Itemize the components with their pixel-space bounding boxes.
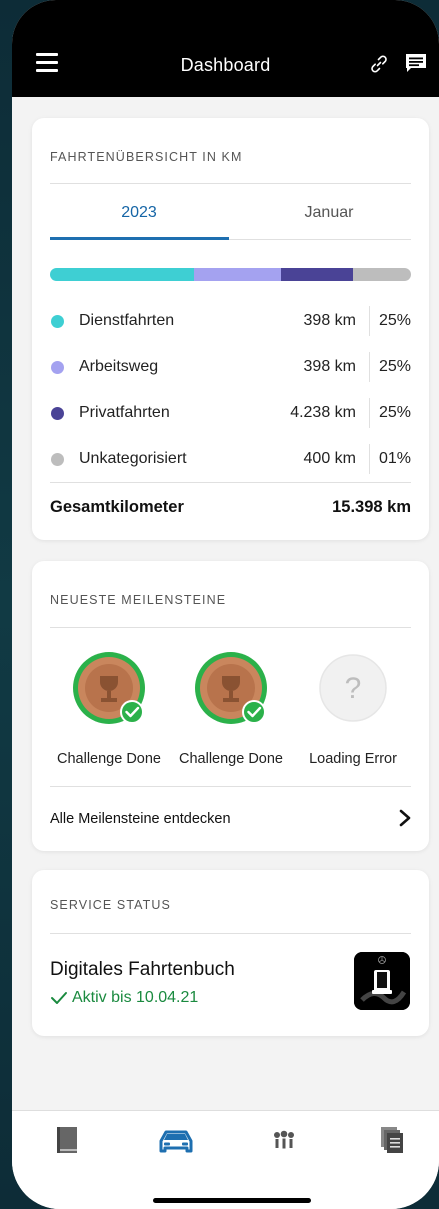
category-km: 398 km	[303, 358, 356, 375]
milestone-label: Loading Error	[309, 751, 397, 767]
trip-overview-heading: FAHRTENÜBERSICHT IN KM	[50, 150, 243, 164]
km-distribution-bar	[50, 268, 411, 281]
top-bar: Dashboard	[12, 0, 439, 97]
active-tab-indicator	[50, 237, 229, 240]
category-percent: 01%	[378, 450, 411, 467]
divider	[50, 183, 411, 184]
documents-icon[interactable]	[378, 1125, 406, 1155]
category-row-business: Dienstfahrten 398 km 25%	[50, 306, 411, 336]
divider	[369, 352, 370, 382]
car-icon[interactable]	[157, 1125, 195, 1155]
bar-segment	[353, 268, 411, 281]
service-status: Aktiv bis 10.04.21	[72, 989, 199, 1006]
category-label: Dienstfahrten	[79, 312, 175, 329]
total-value: 15.398 km	[332, 498, 411, 516]
category-km: 4.238 km	[290, 404, 356, 421]
category-km: 398 km	[303, 312, 356, 329]
divider	[369, 444, 370, 474]
checkmark-icon	[51, 992, 67, 1004]
trophy-medal-icon[interactable]	[72, 651, 146, 725]
category-percent: 25%	[378, 312, 411, 329]
service-title: Digitales Fahrtenbuch	[50, 959, 235, 980]
tab-month[interactable]: Januar	[240, 204, 418, 222]
bar-segment	[50, 268, 195, 281]
divider	[50, 786, 411, 787]
milestone-label: Challenge Done	[57, 751, 161, 767]
category-row-private: Privatfahrten 4.238 km 25%	[50, 398, 411, 428]
bar-segment	[194, 268, 282, 281]
bottom-navigation	[12, 1110, 439, 1209]
trophy-medal-icon[interactable]	[194, 651, 268, 725]
category-row-uncategorized: Unkategorisiert 400 km 01%	[50, 444, 411, 474]
logbook-app-icon[interactable]	[354, 952, 410, 1010]
category-label: Privatfahrten	[79, 404, 170, 421]
tab-year[interactable]: 2023	[50, 204, 228, 222]
chevron-right-icon[interactable]	[399, 809, 411, 827]
bar-segment	[281, 268, 354, 281]
service-heading: SERVICE STATUS	[50, 898, 171, 912]
book-icon[interactable]	[54, 1125, 82, 1155]
all-milestones-link[interactable]: Alle Meilensteine entdecken	[50, 811, 231, 827]
milestones-card: NEUESTE MEILENSTEINE ? Challenge Done Ch…	[32, 561, 429, 851]
total-label: Gesamtkilometer	[50, 498, 184, 516]
divider	[369, 398, 370, 428]
legend-dot	[51, 361, 64, 374]
divider	[50, 627, 411, 628]
divider	[50, 933, 411, 934]
home-indicator[interactable]	[153, 1198, 311, 1203]
link-icon[interactable]	[369, 54, 389, 74]
message-icon[interactable]	[405, 53, 427, 73]
milestone-label: Challenge Done	[179, 751, 283, 767]
milestones-heading: NEUESTE MEILENSTEINE	[50, 593, 227, 607]
category-label: Arbeitsweg	[79, 358, 159, 375]
category-row-commute: Arbeitsweg 398 km 25%	[50, 352, 411, 382]
category-percent: 25%	[378, 358, 411, 375]
people-icon[interactable]	[270, 1125, 298, 1155]
category-percent: 25%	[378, 404, 411, 421]
app-screen: Dashboard FAHRTENÜBERSICHT IN KM 2023 Ja…	[12, 0, 439, 1209]
legend-dot	[51, 453, 64, 466]
service-status-card: SERVICE STATUS Digitales Fahrtenbuch Akt…	[32, 870, 429, 1036]
divider	[50, 482, 411, 483]
trip-overview-card: FAHRTENÜBERSICHT IN KM 2023 Januar Diens…	[32, 118, 429, 540]
divider	[369, 306, 370, 336]
category-km: 400 km	[303, 450, 356, 467]
total-row: Gesamtkilometer 15.398 km	[50, 498, 411, 517]
question-mark-icon[interactable]: ?	[316, 651, 390, 725]
category-label: Unkategorisiert	[79, 450, 187, 467]
legend-dot	[51, 315, 64, 328]
svg-text:?: ?	[345, 672, 362, 705]
legend-dot	[51, 407, 64, 420]
